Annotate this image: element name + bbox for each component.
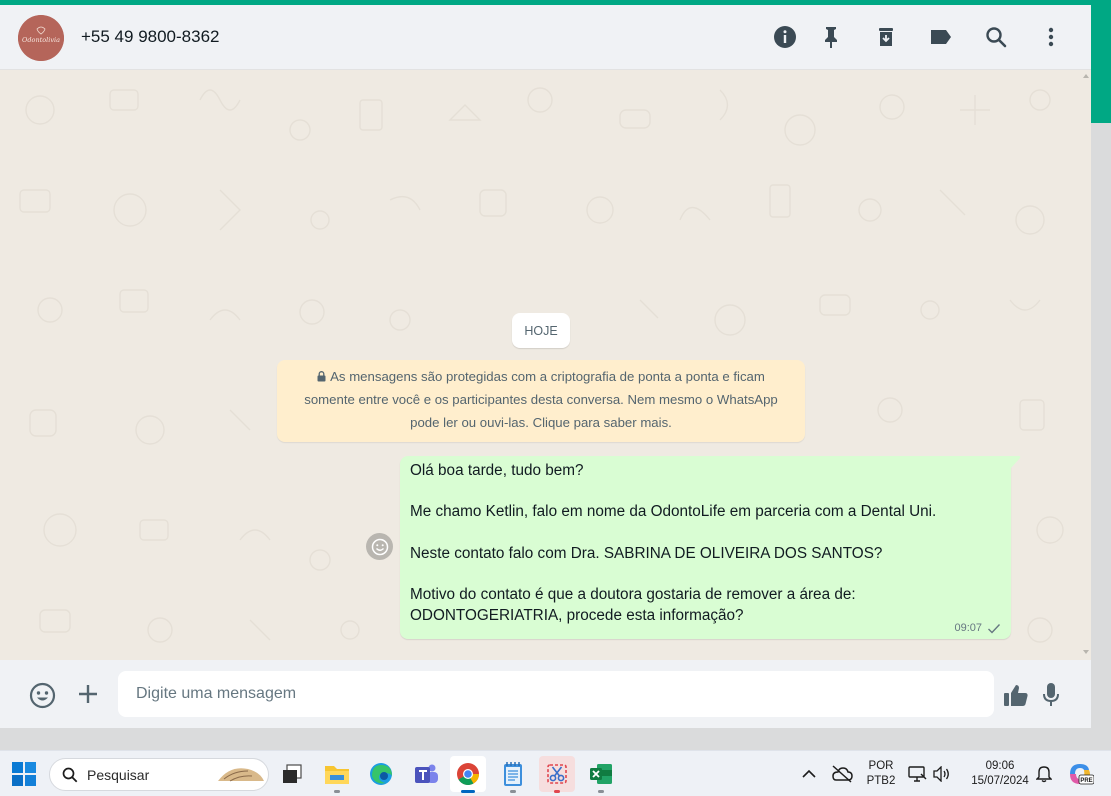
taskbar-snipping-tool[interactable] [539,756,575,793]
notepad-icon [504,762,522,786]
search-label: Pesquisar [87,766,150,783]
search-icon[interactable] [983,24,1009,50]
encryption-notice-line: As mensagens são protegidas com a cripto… [289,365,793,388]
plus-icon [79,685,97,703]
taskbar-notepad[interactable] [495,756,531,793]
clock[interactable]: 09:06 15/07/2024 [962,759,1038,789]
edge-browser-icon [370,763,392,785]
emoji-button[interactable] [28,681,56,709]
emoji-icon [29,682,55,708]
copilot-button[interactable]: PRE [1066,760,1094,788]
encryption-notice-line: somente entre você e os participantes de… [304,392,778,407]
tray-overflow-button[interactable] [801,766,817,782]
date-chip: HOJE [512,313,570,348]
notifications-button[interactable] [1035,764,1053,784]
excel-icon [590,764,612,784]
chat-panel[interactable]: HOJE As mensagens são protegidas com a c… [0,70,1091,660]
bell-icon [1036,766,1052,783]
message-meta: 09:07 [954,622,1001,634]
thumbs-up-icon [1004,685,1028,706]
info-icon[interactable] [772,24,798,50]
taskbar-excel[interactable] [583,756,619,793]
taskbar-search[interactable]: Pesquisar [49,758,269,791]
chevron-up-icon [802,769,816,778]
contact-name[interactable]: +55 49 9800-8362 [81,27,220,47]
copilot-badge: PRE [1080,778,1092,784]
chrome-icon [457,763,479,785]
search-icon [62,767,78,782]
contact-avatar[interactable]: Odontolivia [18,15,64,61]
attach-button[interactable] [75,681,101,707]
network-status[interactable] [906,764,928,784]
taskbar-chrome[interactable] [450,756,486,793]
search-highlight-illustration [218,768,264,782]
taskbar-file-explorer[interactable] [319,756,355,793]
taskbar-task-view[interactable] [274,756,310,792]
composer-bar [0,660,1091,728]
snipping-tool-icon [547,764,567,784]
label-icon[interactable] [928,24,954,50]
lock-icon [317,371,326,382]
voice-message-button[interactable] [1039,681,1063,709]
message-line [410,564,1001,585]
archive-icon[interactable] [873,24,899,50]
sent-check-icon [988,623,1001,634]
thumbs-up-button[interactable] [1002,682,1030,708]
chat-header[interactable]: Odontolivia +55 49 9800-8362 [0,5,1091,70]
taskbar-edge[interactable] [363,756,399,792]
taskbar-teams[interactable] [408,756,444,792]
volume-control[interactable] [931,764,951,784]
copilot-icon: PRE [1070,764,1094,785]
message-line: Motivo do contato é que a doutora gostar… [410,586,856,604]
start-button[interactable] [12,762,36,786]
pin-icon[interactable] [818,24,844,50]
input-language[interactable]: POR PTB2 [864,759,898,789]
encryption-notice[interactable]: As mensagens são protegidas com a cripto… [277,360,805,442]
avatar-logo: Odontolivia [18,15,64,61]
onedrive-status[interactable] [831,764,853,784]
message-line [410,482,1001,503]
message-line [410,523,1001,544]
chat-scrollbar[interactable] [1083,74,1089,654]
bubble-tail [1011,456,1021,468]
smiley-icon [371,538,388,555]
microphone-icon [1043,683,1059,706]
network-icon [908,766,927,782]
message-line: ODONTOGERIATRIA, procede esta informação… [410,606,744,624]
windows-taskbar: Pesquisar POR PTB2 09:06 15/07/2024 PRE [0,750,1111,796]
windows-logo-icon [12,762,36,786]
message-input[interactable] [118,671,994,717]
teams-icon [415,764,438,783]
right-edge [1091,123,1111,743]
folder-icon [325,766,349,784]
outgoing-message-bubble[interactable]: Olá boa tarde, tudo bem? Me chamo Ketlin… [400,456,1011,639]
whatsapp-window: Odontolivia +55 49 9800-8362 HOJE As men… [0,5,1091,728]
avatar-text: Odontolivia [22,36,60,44]
speaker-icon [933,766,949,782]
task-view-icon [283,764,302,783]
right-accent-bar [1091,5,1111,123]
message-line: Me chamo Ketlin, falo em nome da OdontoL… [410,503,937,521]
message-line: Neste contato falo com Dra. SABRINA DE O… [410,544,883,562]
react-emoji-button[interactable] [366,533,393,560]
encryption-notice-line: pode ler ou ouvi-las. Clique para saber … [410,415,672,430]
cloud-offline-icon [832,765,853,783]
menu-icon[interactable] [1038,24,1064,50]
message-line: Olá boa tarde, tudo bem? [410,462,584,479]
message-time: 09:07 [954,622,982,634]
